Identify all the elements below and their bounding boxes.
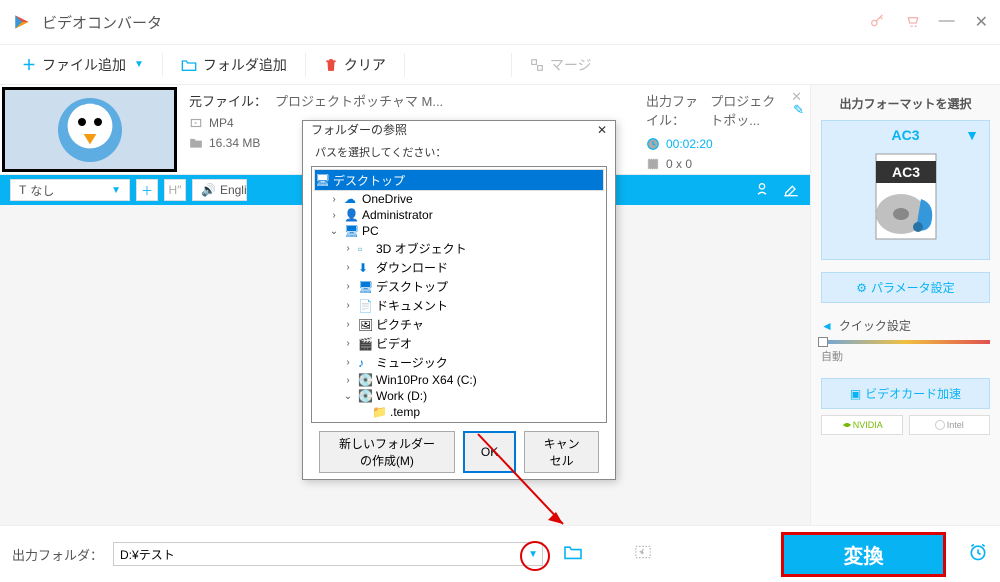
- tree-cdrive[interactable]: ›💽Win10Pro X64 (C:): [314, 372, 604, 388]
- parameter-settings-button[interactable]: ⚙パラメータ設定: [821, 272, 990, 303]
- add-file-button[interactable]: ＋ファイル追加▼: [10, 50, 156, 80]
- tree-pc[interactable]: ⌄🖥PC: [314, 223, 604, 239]
- video-thumbnail: [2, 87, 177, 172]
- convert-button[interactable]: 変換: [781, 532, 946, 577]
- folder-browse-dialog: フォルダーの参照 ✕ パスを選択してください： 🖥デスクトップ ›☁OneDri…: [302, 120, 616, 480]
- key-icon[interactable]: [869, 13, 885, 32]
- dialog-prompt: パスを選択してください：: [311, 144, 607, 160]
- output-format-header: 出力フォーマットを選択: [821, 95, 990, 112]
- minimize-button[interactable]: —: [939, 12, 955, 32]
- app-title: ビデオコンバータ: [42, 12, 869, 33]
- cart-icon[interactable]: [905, 13, 921, 32]
- nvidia-badge: NVIDIA: [821, 415, 903, 435]
- merge-button: マージ: [518, 50, 604, 80]
- duration-value: 00:02:20: [666, 137, 713, 151]
- dialog-close-icon[interactable]: ✕: [597, 123, 607, 137]
- output-filename: プロジェクトポッ...: [710, 91, 781, 129]
- add-subtitle-button[interactable]: ＋: [136, 179, 158, 201]
- alarm-icon[interactable]: [968, 542, 988, 567]
- subtitle-select[interactable]: Tなし▼: [10, 179, 130, 201]
- cancel-button[interactable]: キャンセル: [524, 431, 599, 473]
- new-folder-button[interactable]: 新しいフォルダーの作成(M): [319, 431, 455, 473]
- output-label: 出力ファイル：: [646, 91, 702, 129]
- output-path-input[interactable]: D:¥テスト ▼: [113, 542, 543, 566]
- size-value: 16.34 MB: [209, 136, 260, 150]
- ok-button[interactable]: OK: [463, 431, 516, 473]
- format-icon: AC3: [866, 149, 946, 249]
- tree-documents[interactable]: ›📄ドキュメント: [314, 296, 604, 315]
- quick-settings-label: ◄クイック設定: [821, 317, 990, 334]
- gpu-accel-button[interactable]: ▣ビデオカード加速: [821, 378, 990, 409]
- folder-tree[interactable]: 🖥デスクトップ ›☁OneDrive ›👤Administrator ⌄🖥PC …: [311, 166, 607, 423]
- remove-item-icon[interactable]: ✕: [791, 89, 802, 105]
- tree-3dobjects[interactable]: ›▫3D オブジェクト: [314, 239, 604, 258]
- tree-videos[interactable]: ›🎬ビデオ: [314, 334, 604, 353]
- tree-ddrive[interactable]: ⌄💽Work (D:): [314, 388, 604, 404]
- dimensions-value: 0 x 0: [666, 157, 692, 171]
- tree-music[interactable]: ›♪ミュージック: [314, 353, 604, 372]
- hardcode-button[interactable]: H″: [164, 179, 186, 201]
- add-folder-button[interactable]: フォルダ追加: [169, 50, 299, 80]
- tree-temp[interactable]: 📁.temp: [314, 404, 604, 420]
- crop-icon[interactable]: [754, 181, 770, 200]
- svg-text:AC3: AC3: [891, 164, 919, 180]
- app-logo: [12, 12, 32, 32]
- intel-badge: Intel: [909, 415, 991, 435]
- tree-desktop[interactable]: 🖥デスクトップ: [314, 169, 604, 191]
- dialog-title: フォルダーの参照: [311, 121, 407, 138]
- source-filename: プロジェクトポッチャマ M...: [275, 91, 443, 110]
- output-folder-label: 出力フォルダ：: [12, 545, 103, 564]
- edit-video-icon[interactable]: [782, 181, 800, 200]
- open-folder-icon[interactable]: [633, 544, 653, 565]
- browse-folder-icon[interactable]: [563, 544, 583, 565]
- source-label: 元ファイル：: [189, 91, 267, 110]
- tree-admin[interactable]: ›👤Administrator: [314, 207, 604, 223]
- close-button[interactable]: ✕: [975, 12, 988, 32]
- path-dropdown-icon[interactable]: ▼: [528, 549, 538, 560]
- format-value: MP4: [209, 116, 234, 130]
- quality-slider[interactable]: [821, 340, 990, 344]
- tree-onedrive[interactable]: ›☁OneDrive: [314, 191, 604, 207]
- tree-desktop2[interactable]: ›🖥デスクトップ: [314, 277, 604, 296]
- tree-pictures[interactable]: ›🖼ピクチャ: [314, 315, 604, 334]
- audio-select[interactable]: 🔊Engli: [192, 179, 247, 201]
- tree-downloads[interactable]: ›⬇ダウンロード: [314, 258, 604, 277]
- slider-label: 自動: [821, 348, 990, 364]
- format-card[interactable]: AC3▼ AC3: [821, 120, 990, 260]
- clear-button[interactable]: クリア: [312, 50, 398, 80]
